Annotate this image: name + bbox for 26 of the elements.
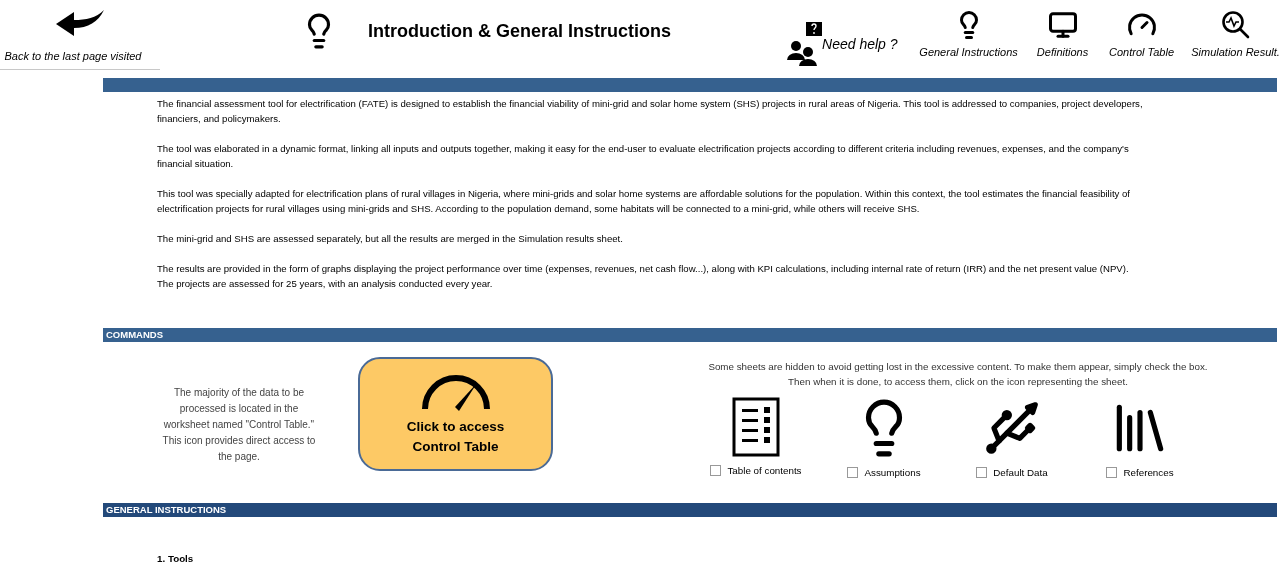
nav-link[interactable]: Definitions <box>1031 10 1094 58</box>
sheet-checkbox[interactable]: Table of contents <box>710 465 802 476</box>
page-title: Introduction & General Instructions <box>368 20 672 42</box>
intro-paragraph: The financial assessment tool for electrification (FATE) is designed to establish the financial viability of mini-grid and solar home system (SHS) projects in rural areas of Nigeria. This tool is addressed to companies, project developers, financiers, and policymakers. <box>157 97 1144 126</box>
nav-link[interactable]: General Instructions <box>915 10 1022 58</box>
subsection-title: 1. Tools <box>157 553 195 564</box>
intro-paragraph: The mini-grid and SHS are assessed separately, but all the results are merged in the Simulation results sheet. <box>157 232 624 246</box>
nav-link[interactable]: Control Table <box>1103 10 1180 58</box>
back-link[interactable]: Back to the last page visited <box>4 50 142 62</box>
intro-paragraph: This tool was specially adapted for electrification plans of rural villages in Nigeria, where mini-grids and solar home systems are affordable solutions for the population. Within this context, the tool estimates the financial feasibility of electrification projects for rural villages using mini-grids and SHS. According to the population demand, some habitats will be connected to a mini-grid, while others will receive SHS. <box>157 187 1131 216</box>
nav-link[interactable]: Simulation Result. <box>1189 10 1282 58</box>
help-link[interactable]: Need help ? <box>786 22 898 66</box>
hidden-sheets-note: Then when it is done, to access them, click on the icon representing the sheet. <box>788 375 1128 389</box>
list-icon <box>732 397 780 457</box>
hidden-sheets-note: Some sheets are hidden to avoid getting lost in the excessive content. To make them appear, simply check the box. <box>708 360 1208 374</box>
sheet-checkbox[interactable]: References <box>1106 467 1174 478</box>
section-header: COMMANDS <box>103 328 1277 342</box>
control-table-note: The majority of the data to be processed is located in the worksheet named "Control Table." This icon provides direct access to the page. <box>161 386 317 464</box>
control-table-button[interactable]: Click to access Control Table <box>358 357 553 471</box>
intro-paragraph: The results are provided in the form of graphs displaying the project performance over time (expenses, revenues, net cash flow...), along with KPI calculations, including internal rate of return (IRR) and the net present value (NPV). The projects are assessed for 25 years, with an analysis conducted every year. <box>157 262 1130 291</box>
sheet-checkbox[interactable]: Default Data <box>976 467 1048 478</box>
intro-paragraph: The tool was elaborated in a dynamic format, linking all inputs and outputs together, making it easy for the end-user to evaluate electrification projects according to different criteria including revenues, expenses, and the company's financial situation. <box>157 142 1130 171</box>
section-header: GENERAL INSTRUCTIONS <box>103 503 1277 517</box>
sheet-checkbox[interactable]: Assumptions <box>847 467 921 478</box>
search-icon <box>1220 10 1251 40</box>
monitor-icon <box>1047 10 1078 40</box>
